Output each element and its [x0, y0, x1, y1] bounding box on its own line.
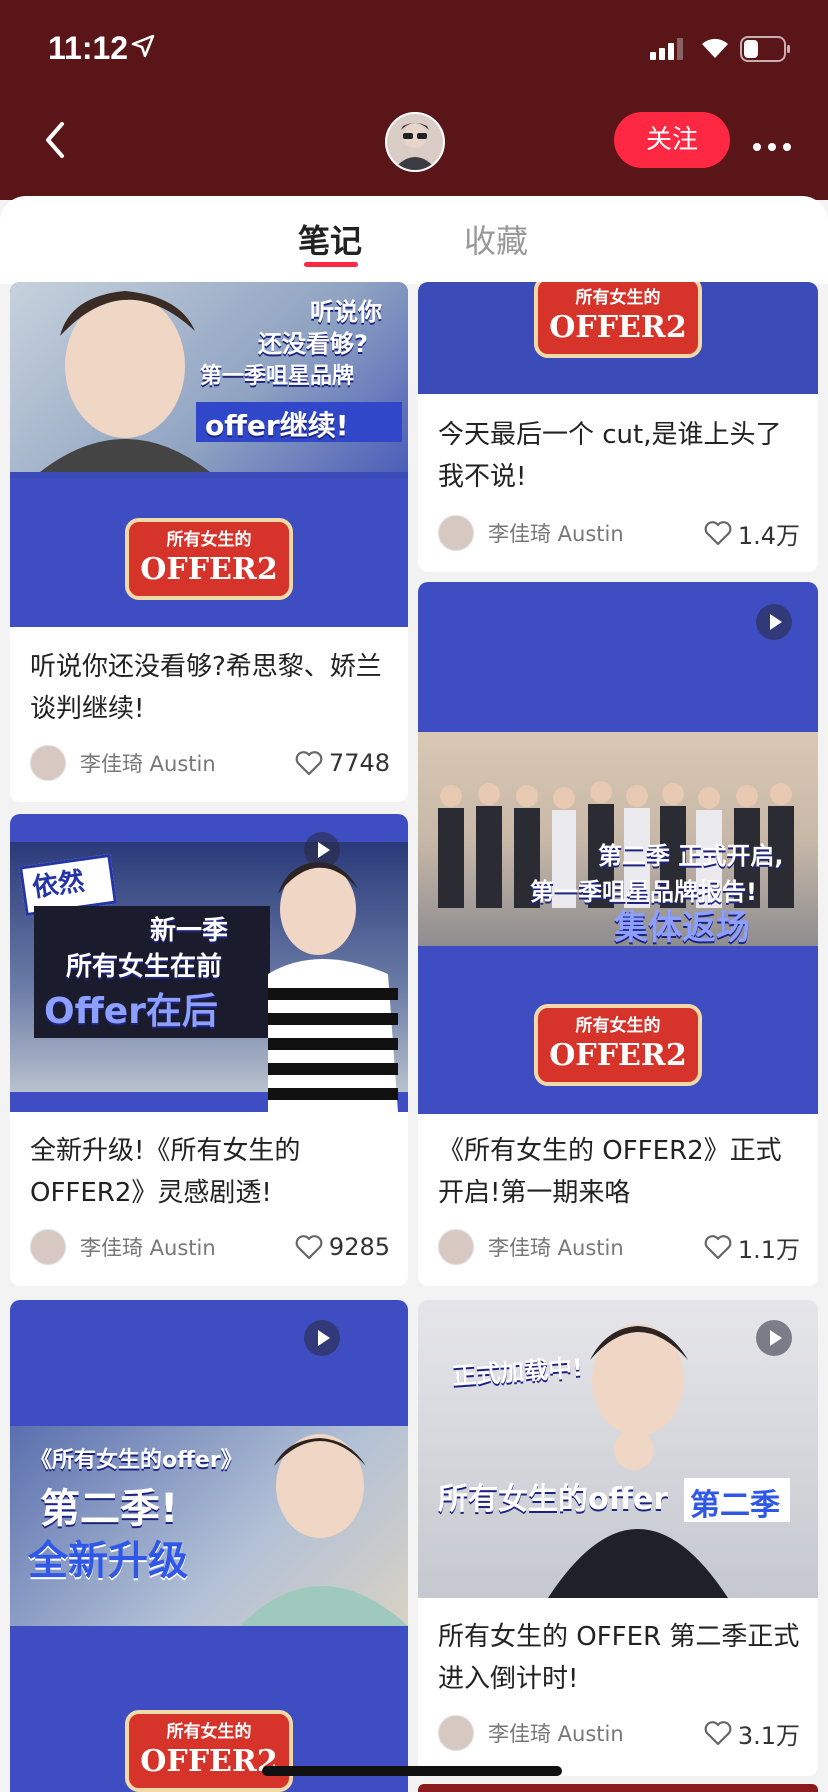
wifi-icon: [700, 36, 730, 64]
card-thumbnail: 听说你 还没看够? 第一季咀星品牌 offer继续! 所有女生的 OFFER2: [10, 282, 408, 627]
note-card[interactable]: 《所有女生的offer》 第二季! 全新升级 所有女生的 OFFER2: [10, 1300, 408, 1792]
thumb-text: 依然: [30, 866, 87, 904]
card-author[interactable]: 李佳琦 Austin: [30, 1228, 216, 1266]
thumb-text: 所有女生的offer: [438, 1482, 669, 1517]
author-name: 李佳琦 Austin: [488, 1236, 624, 1260]
like-count-value: 1.1万: [737, 1235, 800, 1264]
location-arrow-icon: [130, 33, 156, 63]
like-count-value: 1.4万: [737, 521, 800, 550]
status-time: 11:12: [48, 30, 129, 66]
author-avatar: [30, 1229, 66, 1265]
card-title: 所有女生的 OFFER 第二季正式进入倒计时!: [438, 1622, 800, 1694]
thumb-text: 所有女生在前: [66, 952, 223, 982]
like-count-value: 9285: [328, 1233, 390, 1261]
card-title: 《所有女生的 OFFER2》正式开启!第一期来咯: [438, 1136, 782, 1208]
author-name: 李佳琦 Austin: [488, 522, 624, 546]
video-play-icon: [304, 832, 340, 868]
author-avatar: [438, 515, 474, 551]
author-avatar: [438, 1229, 474, 1265]
card-thumbnail: 依然 新一季 所有女生在前 Offer在后: [10, 814, 408, 1112]
thumb-text: 第二季!: [40, 1486, 179, 1532]
heart-icon: [704, 1235, 732, 1260]
card-author[interactable]: 李佳琦 Austin: [30, 744, 216, 782]
card-title: 今天最后一个 cut,是谁上头了我不说!: [438, 420, 782, 492]
like-count[interactable]: 1.4万: [704, 514, 800, 552]
cellular-signal-icon: [650, 38, 686, 64]
like-count[interactable]: 7748: [295, 744, 390, 782]
video-play-icon: [304, 1320, 340, 1356]
tab-notes[interactable]: 笔记: [298, 216, 362, 262]
like-count[interactable]: 3.1万: [704, 1714, 800, 1752]
thumb-text: 集体返场: [614, 908, 750, 948]
card-title: 全新升级!《所有女生的 OFFER2》灵感剧透!: [30, 1136, 301, 1208]
next-card-edge: [418, 1784, 818, 1792]
heart-icon: [704, 521, 732, 546]
note-card[interactable]: 听说你 还没看够? 第一季咀星品牌 offer继续! 所有女生的 OFFER2 听…: [10, 282, 408, 802]
more-options-icon[interactable]: [752, 137, 792, 156]
show-logo: 所有女生的 OFFER2: [125, 1710, 293, 1792]
card-author[interactable]: 李佳琦 Austin: [438, 1228, 624, 1266]
thumb-text: 全新升级: [28, 1538, 188, 1584]
thumb-text: 新一季: [150, 916, 229, 946]
battery-icon: [740, 36, 792, 66]
active-tab-indicator: [304, 262, 358, 267]
note-card[interactable]: 依然 新一季 所有女生在前 Offer在后 全新升级!《所有女生的 OFFER2…: [10, 814, 408, 1286]
card-thumbnail: 第二季 正式开启, 第一季咀星品牌报告! 集体返场 所有女生的 OFFER2: [418, 582, 818, 1114]
note-card[interactable]: 正式加载中! 所有女生的offer 第二季 所有女生的 OFFER 第二季正式进…: [418, 1300, 818, 1776]
like-count-value: 3.1万: [737, 1721, 800, 1750]
heart-icon: [295, 751, 323, 776]
note-card[interactable]: 第二季 正式开启, 第一季咀星品牌报告! 集体返场 所有女生的 OFFER2 《所…: [418, 582, 818, 1286]
author-name: 李佳琦 Austin: [80, 1236, 216, 1260]
thumb-text: offer继续!: [205, 409, 349, 442]
card-author[interactable]: 李佳琦 Austin: [438, 514, 624, 552]
video-play-icon: [756, 604, 792, 640]
tab-bar: 笔记 收藏: [0, 196, 828, 284]
heart-icon: [704, 1721, 732, 1746]
author-avatar: [30, 745, 66, 781]
tab-collections[interactable]: 收藏: [464, 216, 528, 262]
video-play-icon: [756, 1320, 792, 1356]
author-name: 李佳琦 Austin: [80, 752, 216, 776]
author-name: 李佳琦 Austin: [488, 1722, 624, 1746]
show-logo: 所有女生的 OFFER2: [534, 282, 702, 358]
home-indicator[interactable]: [262, 1766, 562, 1776]
show-logo: 所有女生的 OFFER2: [534, 1004, 702, 1086]
card-thumbnail: 《所有女生的offer》 第二季! 全新升级 所有女生的 OFFER2: [10, 1300, 408, 1792]
like-count[interactable]: 9285: [295, 1228, 390, 1266]
note-card[interactable]: 所有女生的 OFFER2 今天最后一个 cut,是谁上头了我不说! 李佳琦 Aus…: [418, 282, 818, 572]
thumb-text: 第二季: [690, 1488, 780, 1523]
profile-avatar[interactable]: [385, 112, 445, 172]
card-thumbnail: 正式加载中! 所有女生的offer 第二季: [418, 1300, 818, 1598]
thumb-text: Offer在后: [44, 991, 218, 1032]
author-avatar: [438, 1715, 474, 1751]
card-title: 听说你还没看够?希思黎、娇兰谈判继续!: [30, 652, 382, 724]
like-count[interactable]: 1.1万: [704, 1228, 800, 1266]
follow-button[interactable]: 关注: [614, 112, 730, 168]
nav-bar: 关注: [0, 100, 828, 200]
card-author[interactable]: 李佳琦 Austin: [438, 1714, 624, 1752]
like-count-value: 7748: [328, 749, 390, 777]
thumb-text: 还没看够?: [258, 330, 368, 358]
thumb-text: 听说你: [310, 298, 382, 326]
show-logo: 所有女生的 OFFER2: [125, 518, 293, 600]
thumb-text: 第一季咀星品牌: [200, 364, 355, 389]
heart-icon: [295, 1235, 323, 1260]
status-bar: 11:12: [0, 0, 828, 100]
card-thumbnail: 所有女生的 OFFER2: [418, 282, 818, 394]
thumb-text: 第二季 正式开启,: [598, 842, 784, 870]
back-arrow-icon[interactable]: [36, 120, 76, 160]
